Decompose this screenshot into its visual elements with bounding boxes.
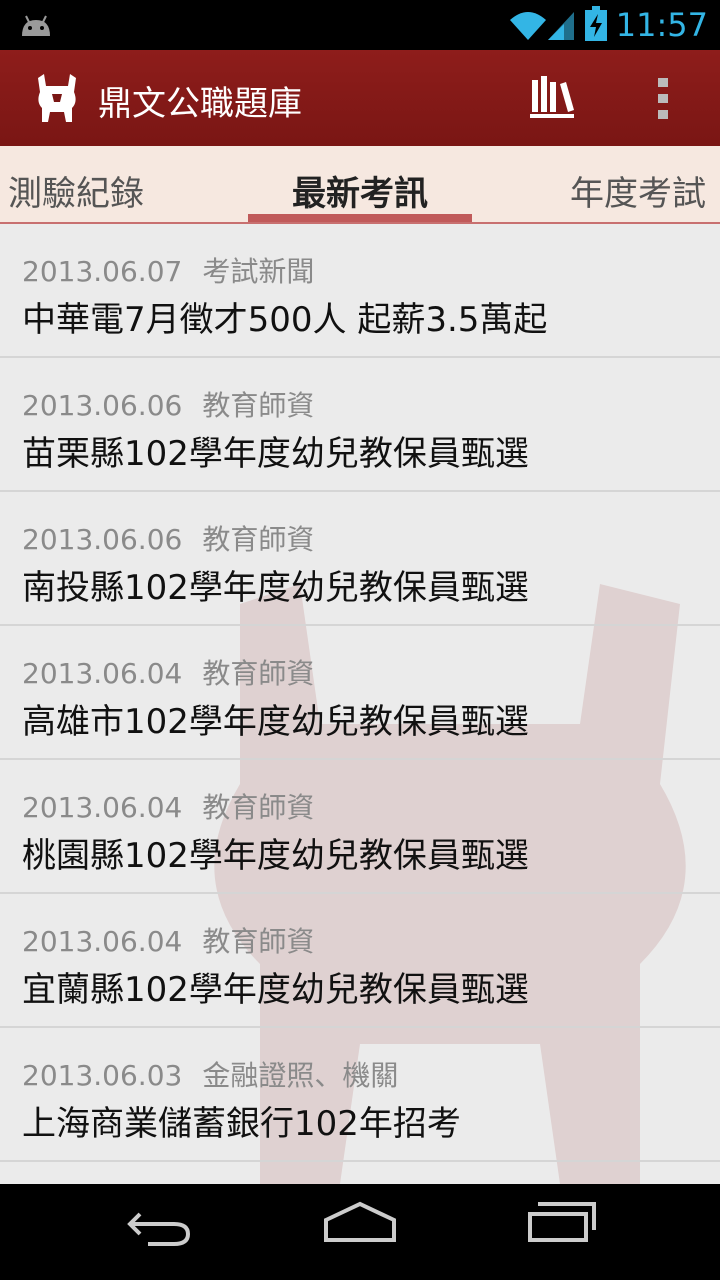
list-item[interactable]: 2013.06.04 教育師資 宜蘭縣102學年度幼兒教保員甄選 — [0, 894, 720, 1028]
news-title: 南投縣102學年度幼兒教保員甄選 — [22, 568, 529, 608]
news-category: 教育師資 — [202, 791, 315, 824]
status-bar: 11:57 — [0, 0, 720, 50]
tab-strip: 測驗紀錄 最新考訊 年度考試 — [0, 146, 720, 224]
news-date: 2013.06.03 — [22, 1059, 183, 1092]
news-category: 教育師資 — [202, 925, 315, 958]
android-notification-icon — [22, 15, 50, 36]
list-item[interactable]: 2013.06.03 金融證照、機關 上海商業儲蓄銀行102年招考 — [0, 1028, 720, 1162]
news-date: 2013.06.06 — [22, 523, 183, 556]
news-title: 高雄市102學年度幼兒教保員甄選 — [22, 702, 529, 742]
news-date: 2013.06.04 — [22, 925, 183, 958]
news-title: 桃園縣102學年度幼兒教保員甄選 — [22, 836, 529, 876]
books-icon[interactable] — [528, 74, 576, 120]
status-clock: 11:57 — [615, 6, 708, 44]
news-category: 教育師資 — [202, 523, 315, 556]
navigation-bar — [0, 1184, 720, 1280]
list-item[interactable]: 2013.06.06 教育師資 南投縣102學年度幼兒教保員甄選 — [0, 492, 720, 626]
battery-charging-icon — [585, 6, 607, 41]
tab-indicator — [248, 214, 472, 222]
news-date: 2013.06.04 — [22, 791, 183, 824]
news-category: 教育師資 — [202, 657, 315, 690]
news-date: 2013.06.07 — [22, 255, 183, 288]
action-bar: 鼎文公職題庫 — [0, 50, 720, 146]
tab-latest-news[interactable]: 最新考訊 — [248, 166, 472, 215]
recents-icon[interactable] — [526, 1200, 598, 1244]
back-icon[interactable] — [124, 1200, 196, 1250]
news-title: 苗栗縣102學年度幼兒教保員甄選 — [22, 434, 529, 474]
home-icon[interactable] — [322, 1200, 398, 1244]
news-category: 金融證照、機關 — [202, 1059, 399, 1092]
app-logo-icon[interactable] — [32, 72, 82, 124]
wifi-icon — [510, 12, 546, 40]
list-item[interactable]: 2013.06.04 教育師資 桃園縣102學年度幼兒教保員甄選 — [0, 760, 720, 894]
news-date: 2013.06.04 — [22, 657, 183, 690]
tab-annual-exams[interactable]: 年度考試 — [570, 166, 706, 215]
list-item[interactable]: 2013.06.04 教育師資 高雄市102學年度幼兒教保員甄選 — [0, 626, 720, 760]
overflow-menu-icon[interactable] — [652, 76, 676, 120]
news-date: 2013.06.06 — [22, 389, 183, 422]
news-title: 中華電7月徵才500人 起薪3.5萬起 — [22, 300, 548, 340]
news-category: 考試新聞 — [202, 255, 315, 288]
news-title: 宜蘭縣102學年度幼兒教保員甄選 — [22, 970, 529, 1010]
news-category: 教育師資 — [202, 389, 315, 422]
list-item[interactable]: 2013.06.06 教育師資 苗栗縣102學年度幼兒教保員甄選 — [0, 358, 720, 492]
list-item[interactable]: 2013.06.07 考試新聞 中華電7月徵才500人 起薪3.5萬起 — [0, 224, 720, 358]
tab-test-records[interactable]: 測驗紀錄 — [8, 166, 144, 215]
signal-icon — [548, 12, 574, 40]
app-title: 鼎文公職題庫 — [98, 84, 302, 124]
news-list: 2013.06.07 考試新聞 中華電7月徵才500人 起薪3.5萬起 2013.… — [0, 224, 720, 1184]
news-title: 上海商業儲蓄銀行102年招考 — [22, 1104, 461, 1144]
